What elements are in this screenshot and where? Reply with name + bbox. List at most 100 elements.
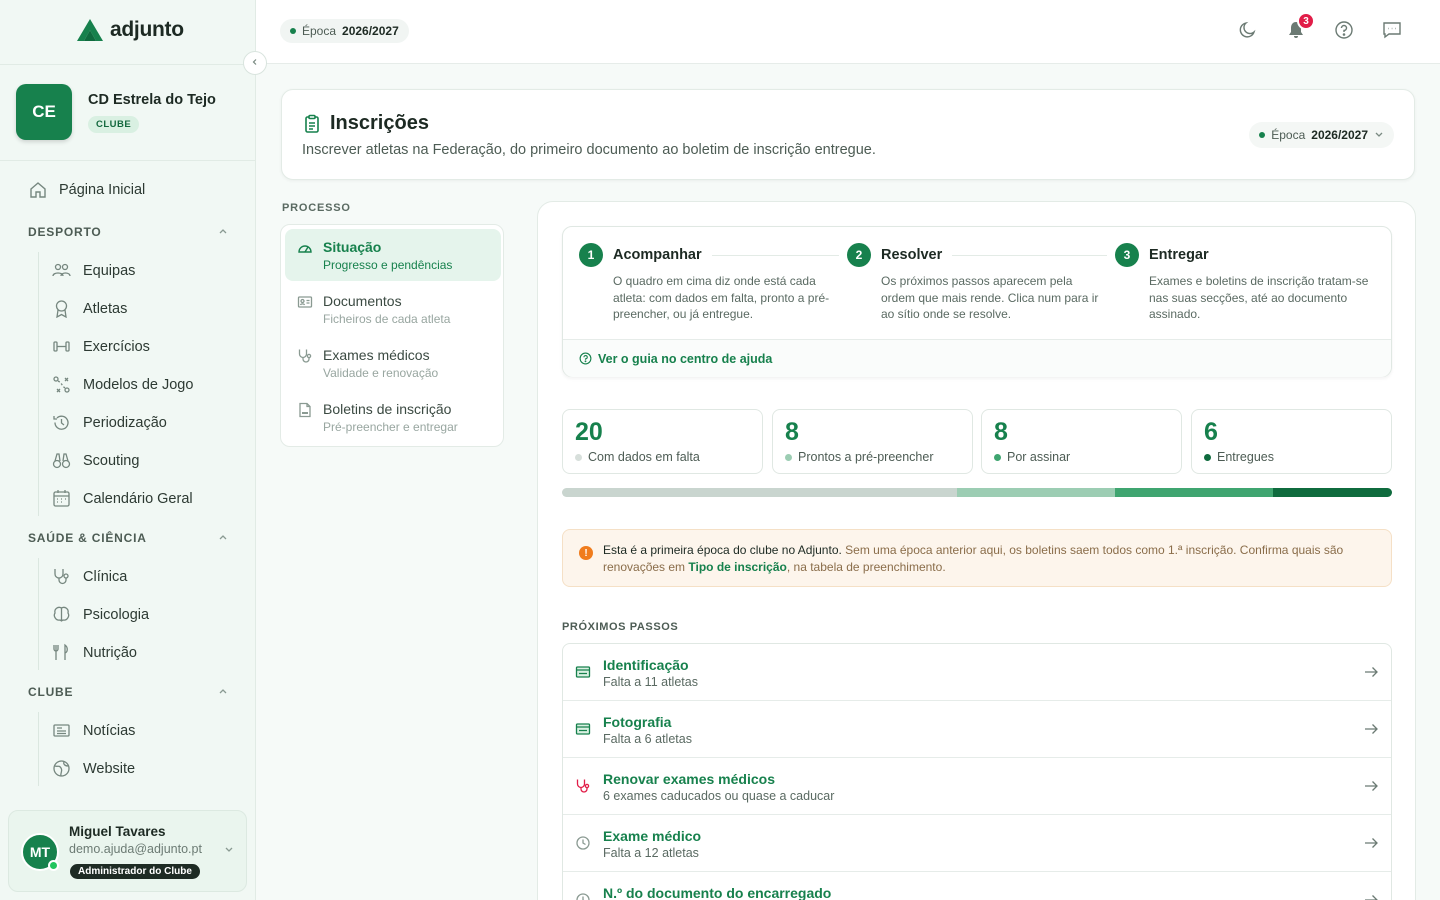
warning-icon: !	[579, 546, 593, 560]
process-item-exames-medicos[interactable]: Exames médicos Validade e renovação	[285, 337, 501, 389]
clock-icon	[576, 893, 590, 900]
nav-item-equipas[interactable]: Equipas	[52, 261, 135, 280]
process-item-boletins[interactable]: Boletins de inscrição Pré-preencher e en…	[285, 391, 501, 443]
messages-button[interactable]	[1382, 20, 1402, 40]
step-number: 1	[579, 243, 603, 267]
brand-name: adjunto	[110, 18, 184, 41]
moon-icon	[1239, 21, 1256, 38]
clock-icon	[576, 836, 590, 850]
user-email: demo.ajuda@adjunto.pt	[69, 842, 202, 856]
notification-count-badge: 3	[1297, 12, 1315, 30]
step-number: 3	[1115, 243, 1139, 267]
next-step-fotografia[interactable]: Fotografia Falta a 6 atletas	[563, 701, 1391, 758]
stethoscope-icon	[297, 348, 313, 364]
help-guide-link[interactable]: Ver o guia no centro de ajuda	[563, 339, 1391, 377]
page-title: Inscrições	[302, 112, 429, 135]
collapse-sidebar-button[interactable]	[243, 51, 267, 75]
arrow-right-icon	[1365, 838, 1378, 848]
brain-icon	[52, 605, 71, 624]
stat-com-dados-em-falta[interactable]: 20 Com dados em falta	[562, 409, 763, 474]
nav-section-saude-ciencia[interactable]: SAÚDE & CIÊNCIA	[28, 531, 228, 545]
next-step-renovar-exames[interactable]: Renovar exames médicos 6 exames caducado…	[563, 758, 1391, 815]
season-select[interactable]: Época 2026/2027	[1249, 122, 1394, 148]
nav-home[interactable]: Página Inicial	[28, 180, 145, 199]
clipboard-icon	[305, 114, 319, 133]
medal-icon	[52, 299, 71, 318]
stat-entregues[interactable]: 6 Entregues	[1191, 409, 1392, 474]
season-indicator[interactable]: Época 2026/2027	[280, 19, 409, 43]
arrow-right-icon	[1365, 781, 1378, 791]
help-button[interactable]	[1334, 20, 1354, 40]
nav-item-noticias[interactable]: Notícias	[52, 721, 135, 740]
online-status-dot	[48, 860, 59, 871]
registration-type-link[interactable]: Tipo de inscrição	[688, 560, 786, 574]
user-role-badge: Administrador do Clube	[70, 864, 200, 879]
page-subtitle: Inscrever atletas na Federação, do prime…	[302, 142, 876, 158]
utensils-icon	[52, 643, 71, 662]
status-dot	[290, 28, 296, 34]
tactics-icon	[52, 375, 71, 394]
stat-prontos[interactable]: 8 Prontos a pré-preencher	[772, 409, 973, 474]
status-dot	[575, 453, 582, 461]
nav-item-nutricao[interactable]: Nutrição	[52, 643, 137, 662]
page-header: Inscrições Inscrever atletas na Federaçã…	[281, 89, 1415, 180]
brand-logo[interactable]: adjunto	[76, 18, 184, 42]
nav-section-clube[interactable]: CLUBE	[28, 685, 228, 699]
progress-segment	[1273, 488, 1392, 497]
chevron-down-icon	[224, 844, 234, 857]
stat-por-assinar[interactable]: 8 Por assinar	[981, 409, 1182, 474]
calendar-icon	[52, 489, 71, 508]
sidebar: adjunto CE CD Estrela do Tejo CLUBE Pági…	[0, 0, 256, 900]
step-title: Entregar	[1149, 247, 1219, 263]
process-item-situacao[interactable]: Situação Progresso e pendências	[285, 229, 501, 281]
nav-item-psicologia[interactable]: Psicologia	[52, 605, 149, 624]
next-steps-list: Identificação Falta a 11 atletas Fotogra…	[562, 643, 1392, 900]
status-dot	[1259, 132, 1266, 138]
chevron-up-icon	[218, 531, 228, 545]
next-step-documento-encarregado[interactable]: N.º do documento do encarregado	[563, 872, 1391, 900]
nav-item-atletas[interactable]: Atletas	[52, 299, 127, 318]
user-name: Miguel Tavares	[69, 824, 166, 839]
nav-home-label: Página Inicial	[59, 181, 146, 198]
status-dot	[1204, 453, 1211, 461]
chevron-down-icon	[1374, 128, 1384, 142]
nav-item-clinica[interactable]: Clínica	[52, 567, 127, 586]
arrow-right-icon	[1365, 667, 1378, 677]
nav-section-desporto[interactable]: DESPORTO	[28, 225, 228, 239]
progress-segment	[562, 488, 958, 497]
arrow-right-icon	[1365, 724, 1378, 734]
users-icon	[52, 261, 71, 280]
dark-mode-toggle[interactable]	[1238, 20, 1258, 40]
divider	[0, 160, 256, 161]
process-item-documentos[interactable]: Documentos Ficheiros de cada atleta	[285, 283, 501, 335]
id-card-icon	[297, 294, 313, 310]
next-step-exame-medico[interactable]: Exame médico Falta a 12 atletas	[563, 815, 1391, 872]
next-step-identificacao[interactable]: Identificação Falta a 11 atletas	[563, 644, 1391, 701]
notifications-button[interactable]: 3	[1286, 12, 1315, 40]
stethoscope-icon	[576, 779, 590, 793]
nav-item-periodizacao[interactable]: Periodização	[52, 413, 167, 432]
process-label: PROCESSO	[282, 202, 351, 214]
stethoscope-icon	[52, 567, 71, 586]
registration-progress-bar	[562, 488, 1392, 497]
adjunto-logo-icon	[77, 19, 103, 41]
pdf-file-icon	[297, 402, 313, 418]
nav-item-modelos-de-jogo[interactable]: Modelos de Jogo	[52, 375, 193, 394]
nav-item-website[interactable]: Website	[52, 759, 135, 778]
message-icon	[1383, 22, 1401, 39]
nav-item-calendario-geral[interactable]: Calendário Geral	[52, 489, 193, 508]
nav-item-exercicios[interactable]: Exercícios	[52, 337, 150, 356]
gauge-icon	[297, 240, 313, 256]
situation-panel: 1 Acompanhar O quadro em cima diz onde e…	[537, 201, 1416, 900]
club-card[interactable]: CE CD Estrela do Tejo CLUBE	[16, 84, 216, 140]
user-menu[interactable]: MT Miguel Tavares demo.ajuda@adjunto.pt …	[8, 810, 247, 892]
help-circle-icon	[579, 352, 592, 365]
step-description: Exames e boletins de inscrição tratam-se…	[1149, 274, 1369, 321]
nav-item-scouting[interactable]: Scouting	[52, 451, 139, 470]
dumbbell-icon	[52, 337, 71, 356]
help-circle-icon	[1335, 21, 1353, 39]
chevron-up-icon	[218, 225, 228, 239]
divider	[0, 64, 256, 65]
step-title: Acompanhar	[613, 247, 712, 263]
step-title: Resolver	[881, 247, 953, 263]
